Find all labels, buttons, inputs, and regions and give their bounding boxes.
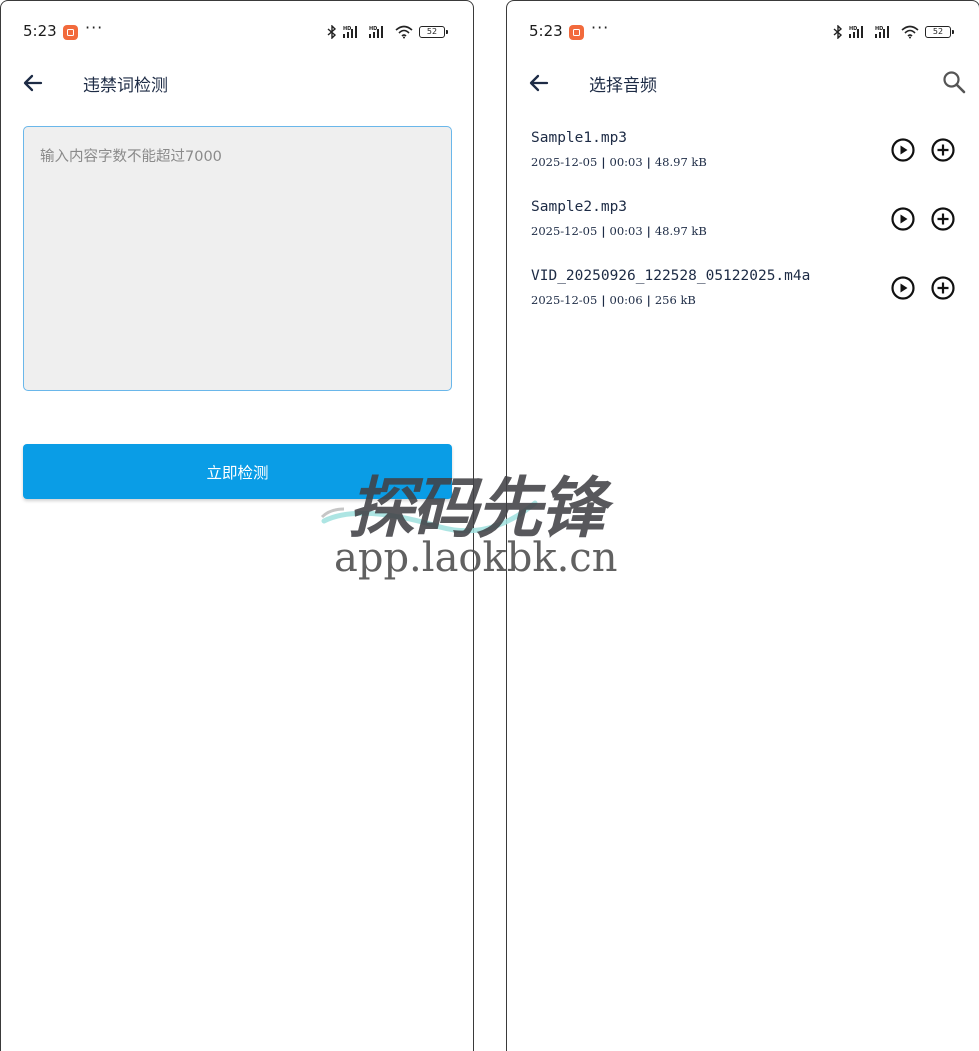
battery-icon: 52 [925,26,954,38]
file-meta: 2025-12-05 | 00:03 | 48.97 kB [531,155,707,169]
battery-icon: 52 [419,26,448,38]
notification-icon [63,25,78,40]
svg-text:HD: HD [849,26,857,32]
content-text-input[interactable]: 输入内容字数不能超过7000 [23,126,452,391]
add-circle-icon[interactable] [930,137,956,163]
right-screen: 5:23 ··· HD HD 52 选择音频 Sample1.mp3 2025-… [506,0,979,1051]
file-size: 256 kB [654,293,696,307]
svg-text:HD: HD [369,26,377,32]
audio-file-list: Sample1.mp3 2025-12-05 | 00:03 | 48.97 kB Sa… [507,126,979,333]
file-name: VID_20250926_122528_05122025.m4a [531,268,811,284]
file-date: 2025-12-05 [531,224,598,238]
file-name: Sample1.mp3 [531,130,628,146]
back-arrow-icon[interactable] [527,71,551,95]
file-date: 2025-12-05 [531,293,598,307]
file-duration: 00:03 [609,155,643,169]
status-time: 5:23 [23,22,57,40]
check-now-label: 立即检测 [206,463,269,482]
list-item[interactable]: Sample1.mp3 2025-12-05 | 00:03 | 48.97 kB [507,126,979,195]
file-meta: 2025-12-05 | 00:03 | 48.97 kB [531,224,707,238]
add-circle-icon[interactable] [930,206,956,232]
left-screen: 5:23 ··· HD HD 52 违禁词检测 输入内容字数不能超过7000 立… [0,0,474,1051]
file-meta: 2025-12-05 | 00:06 | 256 kB [531,293,696,307]
list-item[interactable]: Sample2.mp3 2025-12-05 | 00:03 | 48.97 kB [507,195,979,264]
svg-text:HD: HD [875,26,883,32]
play-icon[interactable] [890,275,916,301]
status-time: 5:23 [529,22,563,40]
app-bar: 违禁词检测 [1,63,473,103]
file-size: 48.97 kB [654,224,707,238]
bluetooth-icon [327,25,337,39]
file-size: 48.97 kB [654,155,707,169]
add-circle-icon[interactable] [930,275,956,301]
list-item[interactable]: VID_20250926_122528_05122025.m4a 2025-12… [507,264,979,333]
file-name: Sample2.mp3 [531,199,628,215]
more-dots-icon: ··· [85,18,104,37]
app-bar: 选择音频 [507,63,979,103]
page-title: 违禁词检测 [83,76,168,96]
more-dots-icon: ··· [591,18,610,37]
file-duration: 00:06 [609,293,643,307]
status-icons: HD HD 52 [327,23,448,41]
status-bar: 5:23 ··· HD HD 52 [1,1,473,63]
wifi-icon [395,25,413,39]
file-date: 2025-12-05 [531,155,598,169]
check-now-button[interactable]: 立即检测 [23,444,452,499]
play-icon[interactable] [890,206,916,232]
status-icons: HD HD 52 [833,23,954,41]
page-title: 选择音频 [589,76,657,96]
svg-text:HD: HD [343,26,351,32]
hd-signal-icon: HD [875,25,895,39]
hd-signal-icon: HD [849,25,869,39]
status-bar: 5:23 ··· HD HD 52 [507,1,979,63]
play-icon[interactable] [890,137,916,163]
wifi-icon [901,25,919,39]
bluetooth-icon [833,25,843,39]
notification-icon [569,25,584,40]
hd-signal-icon: HD [343,25,363,39]
hd-signal-icon: HD [369,25,389,39]
input-placeholder: 输入内容字数不能超过7000 [40,149,222,165]
search-icon[interactable] [941,69,967,95]
file-duration: 00:03 [609,224,643,238]
back-arrow-icon[interactable] [21,71,45,95]
